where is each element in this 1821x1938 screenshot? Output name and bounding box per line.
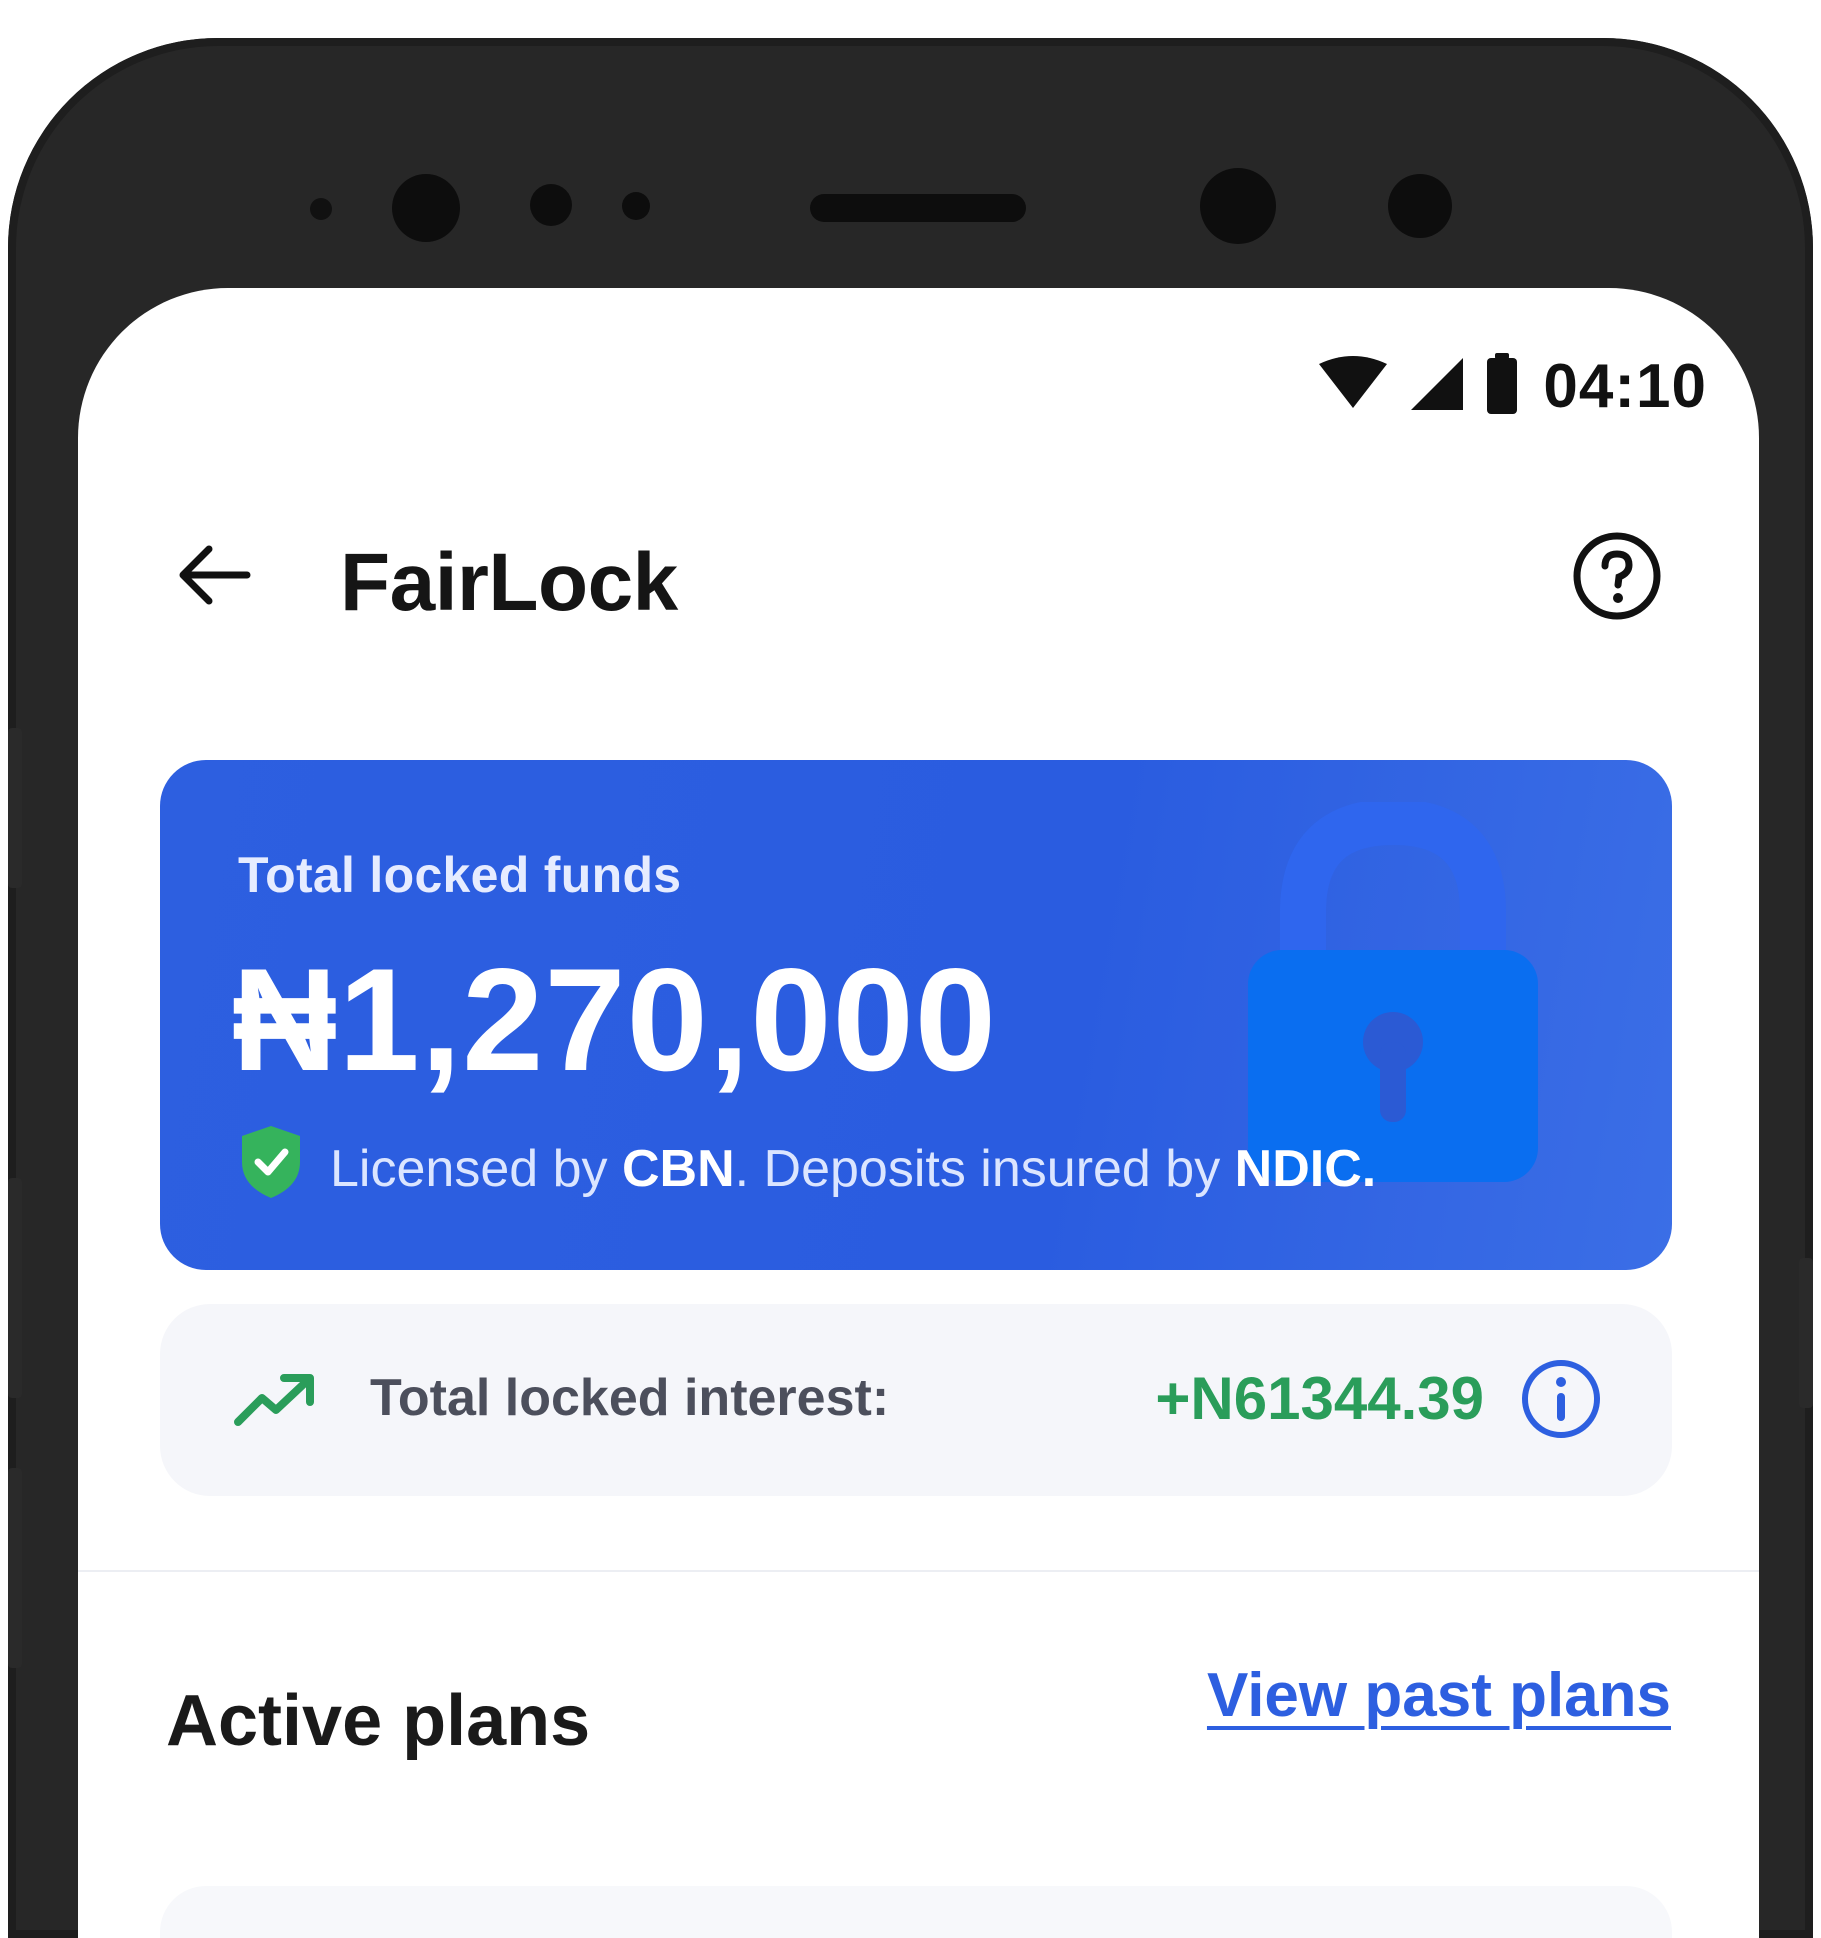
earpiece-speaker xyxy=(810,194,1026,222)
phone-volume-button xyxy=(8,1178,22,1398)
info-icon[interactable] xyxy=(1518,1356,1604,1442)
front-camera xyxy=(392,174,460,242)
phone-side-button xyxy=(8,728,22,888)
light-sensor xyxy=(530,184,572,226)
back-button[interactable] xyxy=(170,532,260,622)
shield-check-icon xyxy=(238,1124,304,1213)
balance-label: Total locked funds xyxy=(238,847,682,903)
balance-card: Total locked funds ₦1,270,000 Licensed b… xyxy=(160,760,1672,1270)
iris-led xyxy=(1388,174,1452,238)
app-bar: FairLock xyxy=(78,512,1759,642)
help-button[interactable] xyxy=(1567,528,1667,628)
phone-frame: 04:10 FairLock Total locked funds ₦1,270… xyxy=(8,38,1813,1938)
phone-volume-button xyxy=(8,1468,22,1668)
iris-scanner xyxy=(1200,168,1276,244)
license-notice: Licensed by CBN. Deposits insured by NDI… xyxy=(238,1124,1376,1213)
status-time: 04:10 xyxy=(1543,351,1707,421)
active-plans-title: Active plans xyxy=(166,1681,591,1761)
interest-summary: Total locked interest: +N61344.39 xyxy=(160,1304,1672,1496)
status-bar: 04:10 xyxy=(1317,352,1707,421)
trend-up-icon xyxy=(232,1370,318,1430)
section-divider xyxy=(78,1570,1759,1572)
wifi-icon xyxy=(1317,355,1389,417)
license-prefix: Licensed by xyxy=(330,1139,622,1198)
phone-power-button xyxy=(1799,1258,1813,1408)
license-regulator: CBN xyxy=(621,1139,735,1198)
help-circle-icon xyxy=(1569,528,1665,629)
signal-icon xyxy=(1407,354,1467,419)
interest-value: +N61344.39 xyxy=(1155,1365,1484,1432)
interest-label: Total locked interest: xyxy=(370,1369,890,1427)
view-past-plans-link[interactable]: View past plans xyxy=(1207,1660,1671,1731)
proximity-sensor xyxy=(310,198,332,220)
battery-icon xyxy=(1485,352,1519,420)
plan-card[interactable] xyxy=(160,1886,1672,1938)
arrow-left-icon xyxy=(175,535,255,620)
license-suffix: . xyxy=(1361,1139,1377,1198)
page-title: FairLock xyxy=(340,537,678,628)
license-middle: . Deposits insured by xyxy=(734,1139,1235,1198)
balance-amount: ₦1,270,000 xyxy=(232,938,997,1101)
license-insurer: NDIC xyxy=(1234,1139,1362,1198)
phone-screen: 04:10 FairLock Total locked funds ₦1,270… xyxy=(78,288,1759,1938)
license-text: Licensed by CBN. Deposits insured by NDI… xyxy=(330,1139,1376,1199)
sensor-dot xyxy=(622,192,650,220)
